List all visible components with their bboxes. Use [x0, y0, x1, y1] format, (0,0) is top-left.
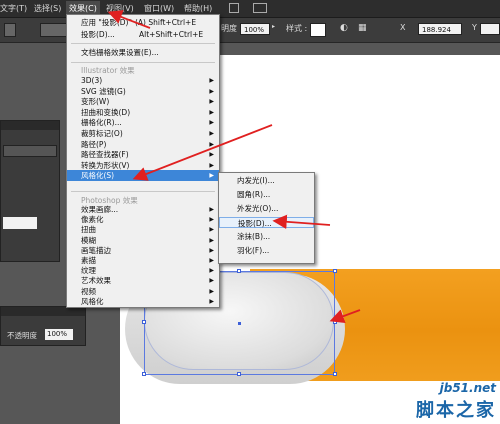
menu-item-illustrator-7[interactable]: 路径查找器(F) ▶: [67, 149, 219, 160]
menu-item-label: 路径查找器(F): [81, 150, 129, 160]
menu-item-illustrator-9[interactable]: 风格化(S) ▶: [67, 170, 219, 182]
menu-item-illustrator-4[interactable]: 栅格化(R)... ▶: [67, 117, 219, 128]
menu-item-label: 应用 "投影(D)": [81, 18, 132, 27]
submenu-item-stylize-0[interactable]: 内发光(I)...: [219, 175, 314, 186]
menu-separator: [71, 62, 215, 63]
menu-item-label: 扭曲和变换(D): [81, 107, 131, 117]
submenu-arrow-icon: ▶: [209, 108, 214, 116]
selection-handle[interactable]: [333, 269, 337, 273]
stylize-submenu: 内发光(I)... 圆角(R)... 外发光(O)... 投影(D)... 涂抹(B).…: [218, 172, 315, 264]
watermark-url: jb51.net: [439, 381, 496, 395]
submenu-arrow-icon: ▶: [209, 151, 214, 159]
menu-item-label: 圆角(R)...: [237, 190, 271, 199]
menu-item-apply-drop-shadow[interactable]: 应用 "投影(D)" (A) Shift+Ctrl+E: [67, 17, 219, 28]
menu-select[interactable]: 选择(S): [34, 3, 61, 14]
selection-handle[interactable]: [333, 372, 337, 376]
submenu-arrow-icon: ▶: [209, 87, 214, 95]
menu-item-illustrator-2[interactable]: 变形(W) ▶: [67, 96, 219, 107]
menu-view[interactable]: 视图(V): [106, 3, 134, 14]
menu-item-drop-shadow-dialog[interactable]: 投影(D)... Alt+Shift+Ctrl+E: [67, 29, 219, 40]
style-label: 样式 :: [286, 24, 308, 33]
submenu-item-stylize-2[interactable]: 外发光(O)...: [219, 203, 314, 214]
arrange-documents-icon[interactable]: [253, 3, 267, 13]
menu-item-illustrator-6[interactable]: 路径(P) ▶: [67, 139, 219, 150]
menu-item-label: 外发光(O)...: [237, 204, 279, 213]
menu-item-photoshop-9[interactable]: 风格化 ▶: [67, 296, 219, 307]
menu-item-label: 投影(D)...: [238, 219, 272, 228]
menu-help[interactable]: 帮助(H): [184, 3, 212, 14]
submenu-arrow-icon: ▶: [209, 161, 214, 169]
menu-item-label: SVG 滤镜(G): [81, 86, 126, 96]
style-swatch[interactable]: [310, 23, 326, 37]
opacity-label: 明度: [221, 24, 237, 33]
menu-item-illustrator-1[interactable]: SVG 滤镜(G) ▶: [67, 86, 219, 97]
center-point: [238, 322, 241, 325]
opacity-input[interactable]: 100%: [240, 23, 270, 35]
menu-item-label: 路径(P): [81, 139, 107, 149]
submenu-arrow-icon: ▶: [209, 98, 214, 106]
panel-header[interactable]: [1, 121, 59, 130]
y-input[interactable]: [480, 23, 500, 35]
selection-handle[interactable]: [237, 372, 241, 376]
selection-handle[interactable]: [142, 372, 146, 376]
menu-item-shortcut: Alt+Shift+Ctrl+E: [139, 30, 204, 39]
opacity-label: 不透明度: [7, 331, 37, 340]
menu-type[interactable]: 文字(T): [0, 3, 27, 14]
y-label: Y: [472, 23, 477, 32]
submenu-arrow-icon: ▶: [209, 172, 214, 180]
menu-item-illustrator-0[interactable]: 3D(3) ▶: [67, 75, 219, 86]
menu-item-label: 裁剪标记(O): [81, 129, 123, 138]
left-panel: [0, 120, 60, 262]
panel-dropdown[interactable]: [3, 145, 57, 157]
submenu-item-stylize-5[interactable]: 羽化(F)...: [219, 245, 314, 256]
submenu-arrow-icon: ▶: [209, 77, 214, 84]
bridge-icon[interactable]: [229, 3, 239, 13]
menu-item-label: 3D(3): [81, 76, 103, 85]
submenu-arrow-icon: ▶: [209, 119, 214, 127]
submenu-item-stylize-1[interactable]: 圆角(R)...: [219, 189, 314, 200]
menu-item-label: 投影(D)...: [81, 30, 115, 39]
submenu-item-stylize-4[interactable]: 涂抹(B)...: [219, 231, 314, 242]
menu-item-label: 风格化(S): [81, 171, 115, 181]
selection-handle[interactable]: [142, 320, 146, 324]
fill-swatch[interactable]: [4, 23, 16, 37]
menu-item-label: 转换为形状(V): [81, 160, 130, 170]
menu-item-illustrator-5[interactable]: 裁剪标记(O) ▶: [67, 128, 219, 139]
submenu-item-stylize-3[interactable]: 投影(D)...: [219, 217, 314, 228]
menu-item-illustrator-3[interactable]: 扭曲和变换(D) ▶: [67, 107, 219, 118]
opacity-input[interactable]: 100%: [45, 329, 73, 340]
transparency-panel: 不透明度 100%: [0, 306, 86, 346]
menu-item-label: 内发光(I)...: [237, 176, 275, 185]
selection-handle[interactable]: [333, 320, 337, 324]
panel-field[interactable]: [3, 217, 37, 229]
panel-header[interactable]: [1, 307, 85, 316]
menu-item-label: 文档栅格效果设置(E)...: [81, 48, 159, 57]
submenu-arrow-icon: ▶: [209, 297, 214, 305]
menu-item-label: 风格化: [81, 296, 104, 306]
menu-item-label: 涂抹(B)...: [237, 232, 271, 241]
recolor-icon[interactable]: ◐: [340, 23, 348, 33]
menu-item-shortcut: (A) Shift+Ctrl+E: [135, 18, 197, 27]
x-input[interactable]: 188.924: [418, 23, 462, 35]
menu-item-label: 羽化(F)...: [237, 246, 270, 255]
menu-separator: [71, 43, 215, 44]
selection-handle[interactable]: [237, 269, 241, 273]
menu-item-label: 变形(W): [81, 97, 110, 107]
watermark-logo-text: 脚本之家: [416, 400, 496, 421]
chevron-right-icon[interactable]: ▸: [272, 23, 275, 30]
menu-separator: [71, 191, 215, 192]
menu-item-illustrator-8[interactable]: 转换为形状(V) ▶: [67, 160, 219, 171]
menu-window[interactable]: 窗口(W): [144, 3, 174, 14]
menu-item-label: 栅格化(R)...: [81, 118, 122, 128]
align-icon[interactable]: ▦: [358, 23, 367, 33]
menu-item-document-raster[interactable]: 文档栅格效果设置(E)...: [67, 47, 219, 58]
submenu-arrow-icon: ▶: [209, 140, 214, 148]
effect-menu: 应用 "投影(D)" (A) Shift+Ctrl+E 投影(D)... Alt…: [66, 14, 220, 308]
submenu-arrow-icon: ▶: [209, 130, 214, 137]
x-label: X: [400, 23, 406, 32]
